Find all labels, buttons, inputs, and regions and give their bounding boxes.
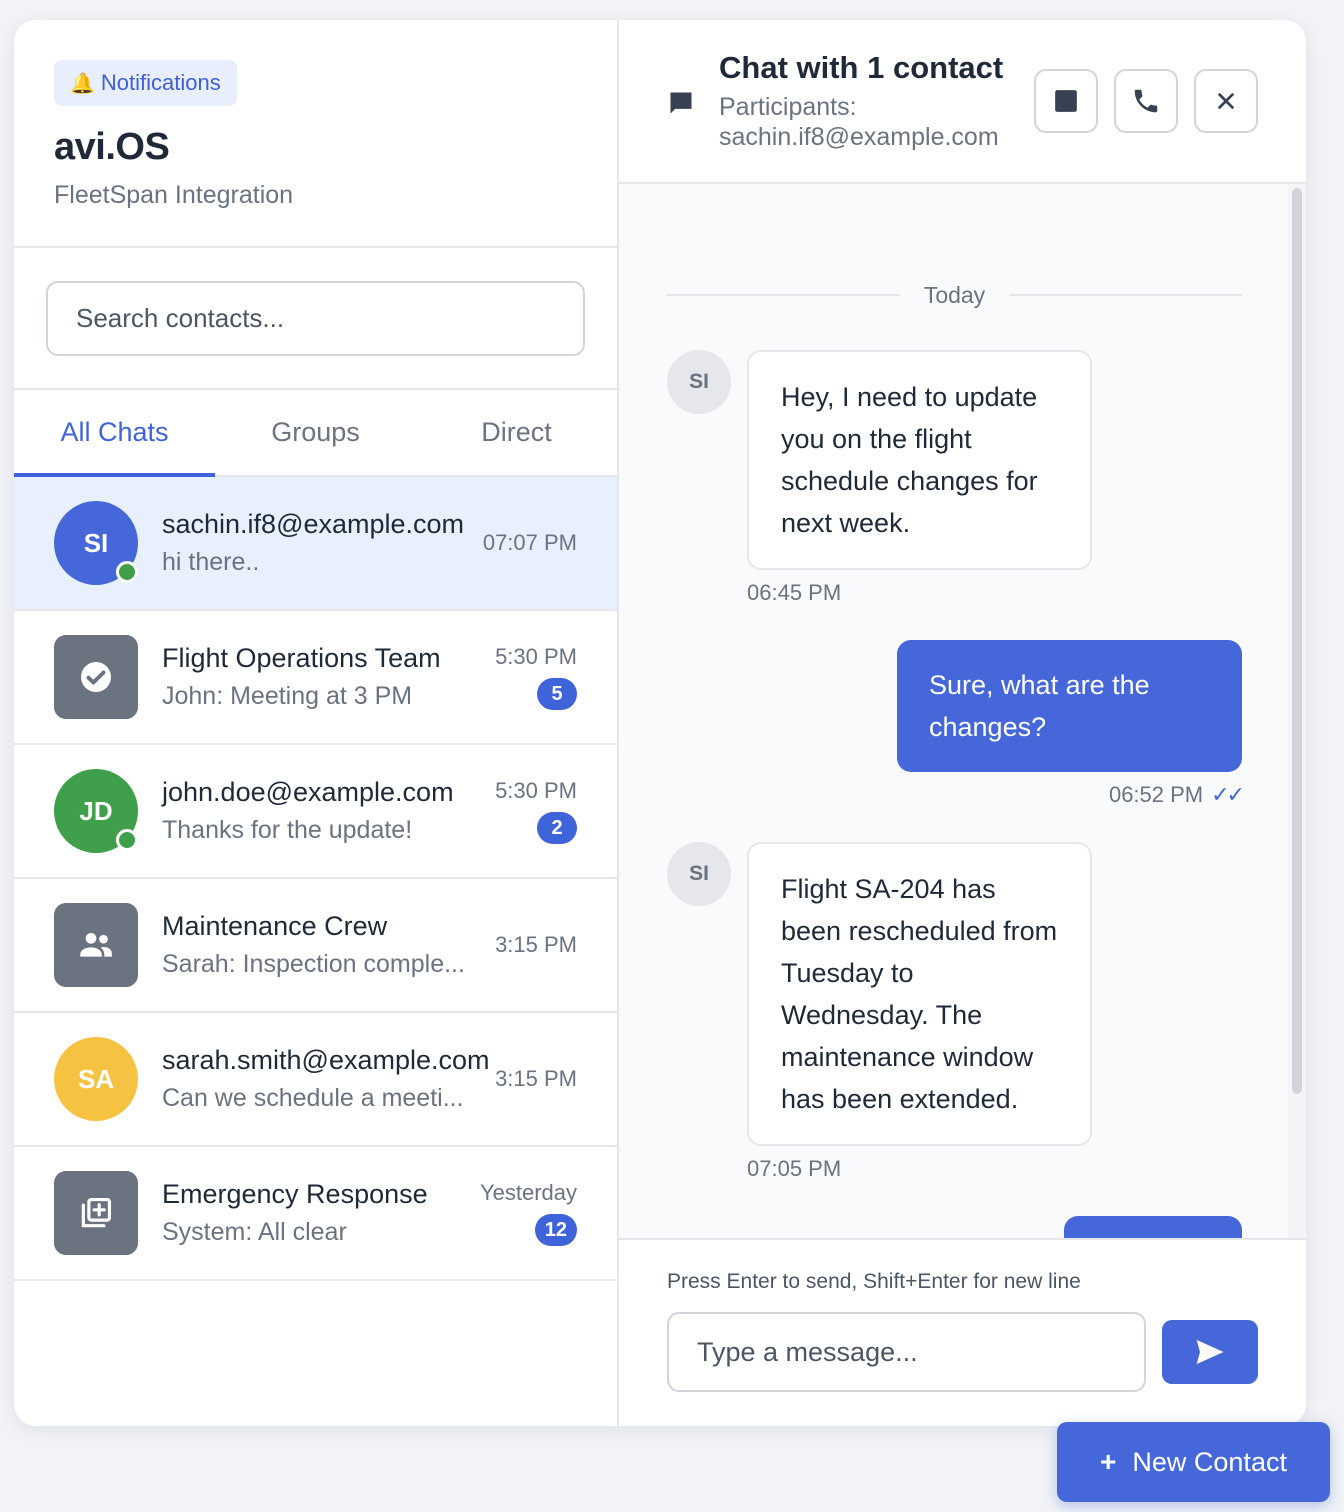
unread-badge: 2 <box>537 812 577 844</box>
read-receipt-icon: ✓✓ <box>1211 782 1245 807</box>
message-bubble: Flight SA-204 has been rescheduled from … <box>747 842 1092 1146</box>
notifications-button[interactable]: 🔔 Notifications <box>54 60 237 106</box>
voice-call-button[interactable] <box>1114 69 1178 133</box>
chat-panel: Chat with 1 contact Participants: sachin… <box>619 20 1306 1426</box>
chat-preview: System: All clear <box>162 1218 347 1246</box>
chat-time: 5:30 PM <box>495 644 577 669</box>
new-contact-button[interactable]: + New Contact <box>1057 1422 1330 1502</box>
message-incoming: SI Hey, I need to update you on the flig… <box>667 350 1242 606</box>
day-label: Today <box>923 281 986 308</box>
video-call-button[interactable] <box>1034 69 1098 133</box>
chat-preview: hi there.. <box>162 548 260 576</box>
chat-time: 5:30 PM <box>495 778 577 803</box>
chat-time: 3:15 PM <box>495 1066 577 1091</box>
message-input[interactable] <box>667 1312 1146 1392</box>
search-section <box>14 248 617 390</box>
chat-header: Chat with 1 contact Participants: sachin… <box>619 20 1306 184</box>
day-divider: Today <box>667 280 1242 310</box>
message-group: SI Hey, I need to update you on the flig… <box>667 350 1242 606</box>
unread-badge: 5 <box>537 678 577 710</box>
group-avatar <box>54 1171 138 1255</box>
message-group: SI Flight SA-204 has been rescheduled fr… <box>667 842 1242 1182</box>
avatar-initials: JD <box>79 795 113 826</box>
sender-avatar: SI <box>667 842 731 906</box>
chat-list: SI sachin.if8@example.com hi there.. 07:… <box>14 477 617 1281</box>
participants-list: sachin.if8@example.com <box>719 123 999 151</box>
send-button[interactable] <box>1162 1320 1258 1384</box>
message-bubble: Hey, I need to update you on the flight … <box>747 350 1092 570</box>
avatar: JD <box>54 769 138 853</box>
message-group <box>667 1216 1242 1238</box>
message-group: Sure, what are the changes? 06:52 PM ✓✓ <box>667 640 1245 808</box>
close-chat-button[interactable] <box>1194 69 1258 133</box>
plus-icon: + <box>1100 1446 1117 1477</box>
chat-item-emergency-response[interactable]: Emergency Response System: All clear Yes… <box>14 1147 617 1281</box>
bell-icon: 🔔 <box>70 72 95 95</box>
tab-all-chats[interactable]: All Chats <box>14 390 215 477</box>
brand-header: 🔔 Notifications avi.OS FleetSpan Integra… <box>14 20 617 248</box>
online-indicator <box>116 829 138 851</box>
stop-icon <box>1055 90 1077 112</box>
message-bubble-outgoing <box>1064 1216 1242 1238</box>
chat-tabs: All Chats Groups Direct <box>14 390 617 477</box>
chat-preview: Sarah: Inspection comple... <box>162 950 465 978</box>
message-bubble-outgoing: Sure, what are the changes? <box>897 640 1242 772</box>
avatar: SA <box>54 1037 138 1121</box>
tab-groups[interactable]: Groups <box>215 390 416 475</box>
chat-title: Chat with 1 contact <box>719 50 1004 85</box>
chat-preview: Can we schedule a meeti... <box>162 1084 464 1112</box>
check-circle-icon <box>81 662 111 692</box>
sidebar: 🔔 Notifications avi.OS FleetSpan Integra… <box>14 20 619 1426</box>
chat-time: 07:07 PM <box>482 530 577 555</box>
message-time-text: 06:52 PM <box>1108 782 1204 807</box>
message-time: 07:05 PM <box>747 1156 842 1181</box>
close-icon <box>1218 93 1234 109</box>
notifications-label: Notifications <box>100 70 221 95</box>
message-incoming: SI Flight SA-204 has been rescheduled fr… <box>667 842 1242 1182</box>
message-list[interactable]: Today SI Hey, I need to update you on th… <box>619 184 1306 1238</box>
app-title: avi.OS <box>54 126 170 168</box>
add-box-icon <box>81 1197 112 1228</box>
group-avatar <box>54 635 138 719</box>
avatar-initials: SI <box>83 527 109 558</box>
online-indicator <box>116 561 138 583</box>
chat-item-sarah-smith[interactable]: SA sarah.smith@example.com Can we schedu… <box>14 1013 617 1147</box>
chat-item-sachin[interactable]: SI sachin.if8@example.com hi there.. 07:… <box>14 477 617 611</box>
chat-preview: John: Meeting at 3 PM <box>162 682 413 710</box>
message-time: 06:52 PM ✓✓ <box>1108 782 1245 808</box>
tab-direct[interactable]: Direct <box>416 390 617 475</box>
group-icon <box>80 933 112 957</box>
chat-item-maintenance-crew[interactable]: Maintenance Crew Sarah: Inspection compl… <box>14 879 617 1013</box>
app-subtitle: FleetSpan Integration <box>54 181 294 209</box>
group-avatar <box>54 903 138 987</box>
sender-avatar: SI <box>667 350 731 414</box>
message-time: 06:45 PM <box>747 580 842 605</box>
search-input[interactable] <box>46 281 585 356</box>
avatar-initials: SA <box>77 1063 115 1094</box>
new-contact-label: New Contact <box>1132 1446 1287 1477</box>
phone-icon <box>1134 89 1158 113</box>
send-icon <box>1196 1340 1224 1364</box>
chat-time: 3:15 PM <box>495 932 577 957</box>
chat-item-john-doe[interactable]: JD john.doe@example.com Thanks for the u… <box>14 745 617 879</box>
chat-app: 🔔 Notifications avi.OS FleetSpan Integra… <box>14 20 1306 1426</box>
scrollbar[interactable] <box>1288 184 1306 1238</box>
chat-preview: Thanks for the update! <box>162 816 413 844</box>
composer-hint: Press Enter to send, Shift+Enter for new… <box>667 1270 1081 1293</box>
participants-label: Participants: <box>719 93 857 121</box>
unread-badge: 12 <box>534 1214 577 1246</box>
chat-item-flight-operations[interactable]: Flight Operations Team John: Meeting at … <box>14 611 617 745</box>
message-composer: Press Enter to send, Shift+Enter for new… <box>619 1238 1306 1426</box>
scrollbar-thumb[interactable] <box>1292 188 1302 1094</box>
chat-time: Yesterday <box>479 1180 577 1205</box>
avatar: SI <box>54 501 138 585</box>
chat-bubble-icon <box>670 92 692 114</box>
